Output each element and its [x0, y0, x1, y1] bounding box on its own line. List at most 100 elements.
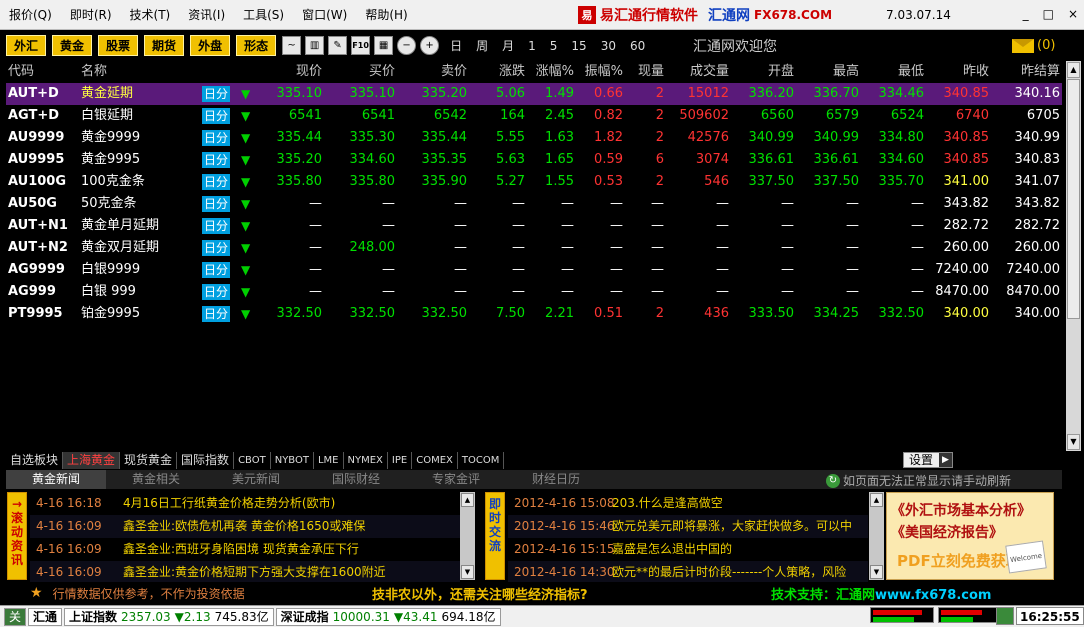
minimize-icon[interactable]: _	[1023, 7, 1029, 21]
scroll-up-icon[interactable]: ▲	[870, 493, 883, 507]
day-minute-badge[interactable]: 日分	[202, 196, 231, 212]
table-row[interactable]: AUT+N1 黄金单月延期 日分 ▼ — — — — — — — — — — — 282.72 282.72	[6, 215, 1062, 237]
mail-button[interactable]: (0)	[1012, 38, 1055, 53]
table-scrollbar[interactable]: ▲ ▼	[1066, 61, 1081, 451]
candle-chart-icon[interactable]: ▥	[305, 36, 325, 55]
tab-shanghai-gold[interactable]: 上海黄金	[63, 452, 121, 469]
market-gold-button[interactable]: 黄金	[52, 35, 93, 56]
table-row[interactable]: PT9995 铂金9995 日分 ▼ 332.50 332.50 332.50 7.50 2.2…	[6, 303, 1062, 325]
day-minute-badge[interactable]: 日分	[202, 240, 231, 256]
news-item[interactable]: 2012-4-16 15:46 欧元兑美元即将暴涨，大家赶快做多。可以中	[508, 515, 868, 538]
promo-question[interactable]: 技非农以外，还需关注哪些经济指标?	[372, 584, 588, 603]
col-cur[interactable]: 现价	[256, 61, 322, 83]
market-pattern-button[interactable]: 形态	[236, 35, 277, 56]
tab-nymex[interactable]: NYMEX	[344, 452, 388, 469]
day-minute-badge[interactable]: 日分	[202, 262, 231, 278]
menu-realtime[interactable]: 即时(R)	[61, 6, 121, 23]
close-panel-icon[interactable]: 关	[4, 607, 27, 626]
tab-comex[interactable]: COMEX	[412, 452, 458, 469]
day-minute-badge[interactable]: 日分	[202, 218, 231, 234]
news-item[interactable]: 2012-4-16 14:30 欧元**的最后计时价段-------个人策略，风险	[508, 561, 868, 584]
day-minute-badge[interactable]: 日分	[202, 306, 231, 322]
col-open[interactable]: 开盘	[732, 61, 794, 83]
scroll-up-icon[interactable]: ▲	[461, 493, 474, 507]
menu-technical[interactable]: 技术(T)	[121, 6, 180, 23]
col-prev[interactable]: 昨收	[927, 61, 989, 83]
day-minute-badge[interactable]: 日分	[202, 174, 231, 190]
tab-cbot[interactable]: CBOT	[234, 452, 271, 469]
news-item[interactable]: 2012-4-16 15:08 203.什么是逢高做空	[508, 492, 868, 515]
table-row[interactable]: AUT+N2 黄金双月延期 日分 ▼ — 248.00 — — — — — — — — — 260.00 260…	[6, 237, 1062, 259]
period-60min[interactable]: 60	[630, 39, 645, 53]
table-row[interactable]: AU9999 黄金9999 日分 ▼ 335.44 335.30 335.44 5.55 1.6…	[6, 127, 1062, 149]
period-month[interactable]: 月	[502, 37, 514, 54]
tab-tocom[interactable]: TOCOM	[458, 452, 505, 469]
col-high[interactable]: 最高	[797, 61, 859, 83]
day-minute-badge[interactable]: 日分	[202, 86, 231, 102]
day-minute-badge[interactable]: 日分	[202, 284, 231, 300]
table-row[interactable]: AU100G 100克金条 日分 ▼ 335.80 335.80 335.90 5.27 1.5…	[6, 171, 1062, 193]
table-row[interactable]: AG9999 白银9999 日分 ▼ — — — — — — — — — — — 7240.00 7240.00	[6, 259, 1062, 281]
table-row[interactable]: AU50G 50克金条 日分 ▼ — — — — — — — — — — — 343.82 343.82	[6, 193, 1062, 215]
scroll-down-icon[interactable]: ▼	[1067, 434, 1080, 450]
col-code[interactable]: 代码	[8, 61, 34, 83]
scroll-thumb[interactable]	[1067, 79, 1080, 319]
f10-icon[interactable]: F10	[351, 36, 371, 55]
ad-banner[interactable]: 《外汇市场基本分析》 《美国经济报告》 PDF立刻免费获取→ Welcome	[886, 492, 1054, 580]
col-pct[interactable]: 涨幅%	[528, 61, 574, 83]
period-day[interactable]: 日	[450, 37, 462, 54]
news-item[interactable]: 2012-4-16 15:15 嘉盛是怎么退出中国的	[508, 538, 868, 561]
scroll-down-icon[interactable]: ▼	[870, 565, 883, 579]
tab-usd-news[interactable]: 美元新闻	[206, 470, 306, 489]
col-low[interactable]: 最低	[862, 61, 924, 83]
news-item[interactable]: 4-16 16:09 鑫圣金业:欧债危机再袭 黄金价格1650或难保	[30, 515, 460, 538]
news-right-scrollbar[interactable]: ▲ ▼	[869, 492, 884, 580]
pen-icon[interactable]: ✎	[328, 36, 348, 55]
news-left-scrollbar[interactable]: ▲ ▼	[460, 492, 475, 580]
tab-watchlist[interactable]: 自选板块	[6, 452, 64, 469]
tab-expert-review[interactable]: 专家金评	[406, 470, 506, 489]
refresh-link[interactable]: ↻ 如页面无法正常显示请手动刷新	[826, 472, 1011, 489]
market-forex-button[interactable]: 外汇	[6, 35, 47, 56]
col-vol[interactable]: 现量	[626, 61, 664, 83]
scroll-up-icon[interactable]: ▲	[1067, 62, 1080, 78]
col-tvol[interactable]: 成交量	[667, 61, 729, 83]
market-overseas-button[interactable]: 外盘	[190, 35, 231, 56]
tab-nybot[interactable]: NYBOT	[271, 452, 314, 469]
day-minute-badge[interactable]: 日分	[202, 108, 231, 124]
settings-button[interactable]: 设置 ▶	[903, 452, 953, 468]
news-item[interactable]: 4-16 16:18 4月16日工行纸黄金价格走势分析(欧市)	[30, 492, 460, 515]
table-row[interactable]: AU9995 黄金9995 日分 ▼ 335.20 334.60 335.35 5.63 1.6…	[6, 149, 1062, 171]
shenzhen-index[interactable]: 深证成指 10000.31 ▼43.41 694.18亿	[275, 607, 501, 626]
market-futures-button[interactable]: 期货	[144, 35, 185, 56]
period-15min[interactable]: 15	[571, 39, 586, 53]
news-item[interactable]: 4-16 16:09 鑫圣金业:黄金价格短期下方强大支撑在1600附近	[30, 561, 460, 584]
line-chart-icon[interactable]: ~	[282, 36, 302, 55]
close-icon[interactable]: ×	[1068, 7, 1078, 21]
scroll-down-icon[interactable]: ▼	[461, 565, 474, 579]
day-minute-badge[interactable]: 日分	[202, 130, 231, 146]
col-ask[interactable]: 卖价	[399, 61, 467, 83]
period-1min[interactable]: 1	[528, 39, 536, 53]
menu-quote[interactable]: 报价(Q)	[0, 6, 61, 23]
menu-tools[interactable]: 工具(S)	[234, 6, 293, 23]
period-5min[interactable]: 5	[550, 39, 558, 53]
tab-spot-gold[interactable]: 现货黄金	[120, 452, 178, 469]
tab-ipe[interactable]: IPE	[388, 452, 413, 469]
tab-lme[interactable]: LME	[314, 452, 344, 469]
tab-gold-news[interactable]: 黄金新闻	[6, 470, 106, 489]
col-settle[interactable]: 昨结算	[992, 61, 1060, 83]
period-week[interactable]: 周	[476, 37, 488, 54]
tab-gold-related[interactable]: 黄金相关	[106, 470, 206, 489]
zoom-in-icon[interactable]: +	[420, 36, 440, 55]
col-amp[interactable]: 振幅%	[577, 61, 623, 83]
zoom-out-icon[interactable]: −	[397, 36, 417, 55]
col-name[interactable]: 名称	[81, 61, 107, 83]
menu-window[interactable]: 窗口(W)	[293, 6, 356, 23]
maximize-icon[interactable]: □	[1043, 7, 1054, 21]
tab-intl-finance[interactable]: 国际财经	[306, 470, 406, 489]
day-minute-badge[interactable]: 日分	[202, 152, 231, 168]
menu-info[interactable]: 资讯(I)	[179, 6, 234, 23]
table-row[interactable]: AUT+D 黄金延期 日分 ▼ 335.10 335.10 335.20 5.06 1.49 0.…	[6, 83, 1062, 105]
period-30min[interactable]: 30	[601, 39, 616, 53]
